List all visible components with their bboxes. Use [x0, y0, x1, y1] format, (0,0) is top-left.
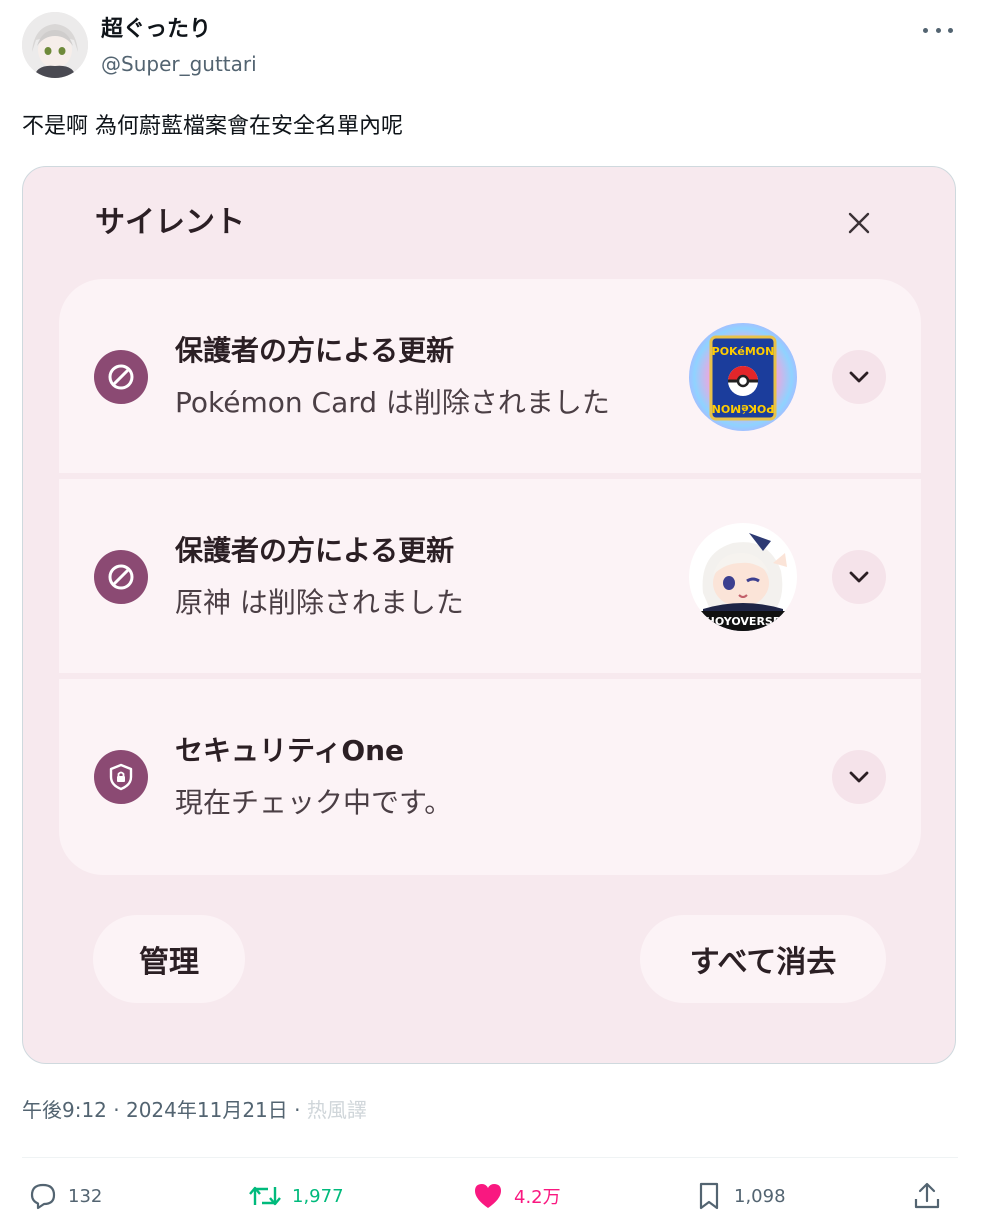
like-count: 4.2万: [514, 1187, 561, 1208]
notification-item: 保護者の方による更新 Pokémon Card は削除されました POKéMON…: [59, 279, 921, 473]
notification-item: セキュリティOne 現在チェック中です。: [59, 679, 921, 875]
divider: [22, 1157, 958, 1158]
heart-icon: [475, 1184, 501, 1208]
notification-item: 保護者の方による更新 原神 は削除されました HOYOVERSE: [59, 479, 921, 673]
close-icon: [839, 203, 879, 243]
reply-icon: [30, 1183, 56, 1210]
repost-icon: [249, 1186, 281, 1206]
chevron-down-icon: [849, 371, 869, 383]
repost-count: 1,977: [292, 1185, 344, 1207]
thumb-label: POKéMON: [712, 345, 775, 358]
expand-button[interactable]: [832, 750, 886, 804]
author-name[interactable]: 超ぐったり: [101, 15, 211, 45]
tweet-text: 不是啊 為何蔚藍檔案會在安全名單內呢: [22, 114, 403, 139]
chevron-down-icon: [849, 571, 869, 583]
thumb-label: HOYOVERSE: [706, 615, 781, 628]
more-options-icon[interactable]: [923, 18, 953, 42]
pokemon-card-app-icon: POKéMON POKéMON: [689, 323, 797, 431]
chevron-down-icon: [849, 771, 869, 783]
notification-subtitle: Pokémon Card は削除されました: [175, 386, 610, 419]
reply-button[interactable]: 132: [28, 1178, 102, 1214]
clear-all-button[interactable]: すべて消去: [640, 915, 886, 1003]
block-icon: [94, 550, 148, 604]
genshin-app-icon: HOYOVERSE: [689, 523, 797, 631]
like-button[interactable]: 4.2万: [472, 1178, 561, 1214]
author-handle[interactable]: @Super_guttari: [101, 50, 257, 78]
notification-title: 保護者の方による更新: [175, 334, 455, 367]
repost-button[interactable]: 1,977: [248, 1178, 344, 1214]
thumb-label-mirrored: POKéMON: [712, 402, 775, 415]
notification-list: 保護者の方による更新 Pokémon Card は削除されました POKéMON…: [59, 279, 921, 875]
tweet-meta: 午後9:12 · 2024年11月21日 · 热風譯: [22, 1096, 367, 1124]
bookmark-icon: [699, 1182, 719, 1210]
manage-button[interactable]: 管理: [93, 915, 245, 1003]
share-button[interactable]: [912, 1178, 952, 1214]
expand-button[interactable]: [832, 550, 886, 604]
bookmark-count: 1,098: [734, 1185, 786, 1207]
expand-button[interactable]: [832, 350, 886, 404]
notification-subtitle: 現在チェック中です。: [175, 786, 453, 819]
block-icon: [94, 350, 148, 404]
view-count: 热風譯: [306, 1098, 367, 1122]
timestamp[interactable]: 午後9:12 · 2024年11月21日 ·: [22, 1098, 307, 1122]
reply-count: 132: [68, 1185, 103, 1207]
panel-title: サイレント: [95, 205, 245, 240]
attached-image[interactable]: サイレント 保護者の方による更新 Pokémon Card は削除されました P…: [22, 166, 956, 1064]
share-icon: [914, 1182, 940, 1209]
notification-title: セキュリティOne: [175, 734, 405, 767]
notification-title: 保護者の方による更新: [175, 534, 455, 567]
shield-lock-icon: [94, 750, 148, 804]
avatar[interactable]: [22, 12, 88, 78]
bookmark-button[interactable]: 1,098: [694, 1178, 786, 1214]
notification-subtitle: 原神 は削除されました: [175, 586, 464, 619]
